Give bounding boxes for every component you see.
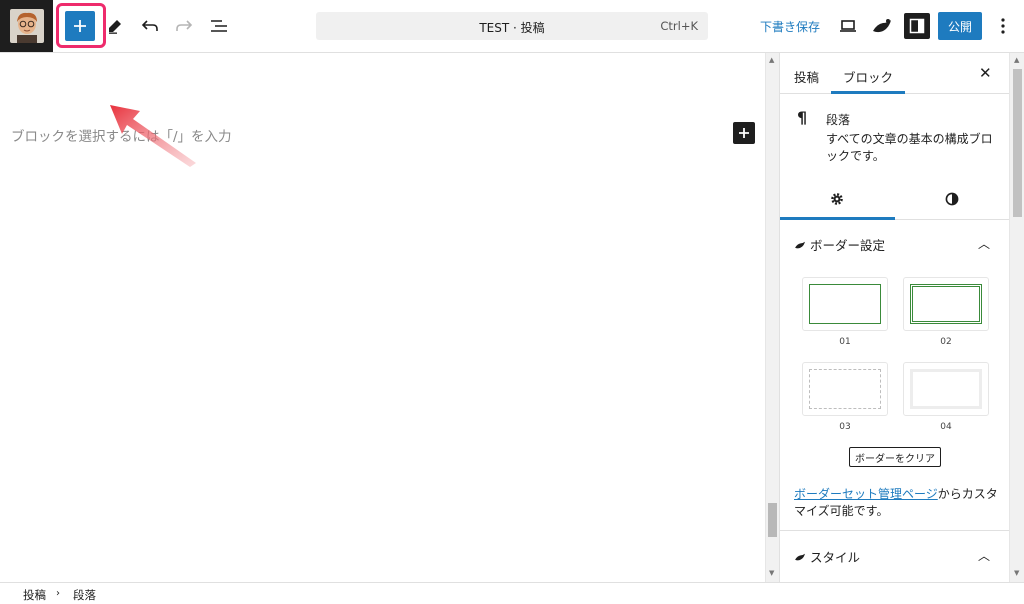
block-breadcrumb: 投稿 › 段落: [0, 582, 1024, 604]
breadcrumb-item-paragraph[interactable]: 段落: [73, 587, 96, 603]
block-card-title: 段落: [826, 113, 851, 127]
tab-styles[interactable]: [945, 191, 959, 210]
undo-icon: [141, 20, 158, 31]
pencil-icon: [109, 20, 121, 34]
plus-icon: [74, 20, 86, 32]
border-panel-header[interactable]: ボーダー設定 ︿: [780, 221, 1009, 263]
block-inserter-button[interactable]: [733, 122, 755, 144]
scroll-down-arrow[interactable]: ▼: [769, 569, 774, 577]
plus-icon: [739, 128, 749, 138]
border-preset-03[interactable]: [802, 362, 888, 416]
paragraph-icon: ¶: [797, 108, 808, 127]
settings-sidebar: 投稿 ブロック ✕ ¶ 段落 すべての文章の基本の構成ブロックです。 ボーダー設…: [779, 53, 1009, 582]
sidebar-scrollbar[interactable]: ▲ ▼: [1009, 53, 1024, 582]
block-inspector-tabs: [780, 181, 1009, 220]
preset-label: 04: [940, 422, 952, 432]
border-manage-link[interactable]: ボーダーセット管理ページ: [794, 487, 938, 501]
breadcrumb-item-post[interactable]: 投稿: [23, 587, 46, 603]
undo-button[interactable]: [137, 13, 163, 39]
contrast-icon: [945, 192, 959, 206]
preset-preview: [910, 369, 982, 409]
block-card-description: すべての文章の基本の構成ブロックです。: [826, 132, 993, 163]
list-view-icon: [211, 20, 227, 32]
bird-icon: [795, 241, 805, 248]
scroll-down-arrow[interactable]: ▼: [1014, 569, 1019, 577]
more-vertical-icon: [1001, 18, 1005, 34]
preset-label: 01: [839, 337, 851, 347]
canvas-scrollbar[interactable]: ▲ ▼: [765, 53, 779, 582]
redo-button[interactable]: [171, 13, 197, 39]
sidebar-tabs: 投稿 ブロック ✕: [780, 53, 1009, 94]
border-preset-04[interactable]: [903, 362, 989, 416]
border-preset-02[interactable]: [903, 277, 989, 331]
command-palette-bar[interactable]: TEST · 投稿 Ctrl+K: [316, 12, 708, 40]
preset-label: 03: [839, 422, 851, 432]
border-panel-title-wrap: ボーダー設定: [794, 235, 885, 254]
preview-button[interactable]: [835, 13, 861, 39]
chevron-up-icon[interactable]: ︿: [978, 547, 990, 564]
gear-icon: [831, 193, 843, 205]
clear-border-button[interactable]: ボーダーをクリア: [849, 447, 941, 467]
plugin-button[interactable]: [869, 13, 895, 39]
active-tab-indicator: [780, 217, 895, 220]
redo-icon: [176, 20, 193, 31]
active-tab-indicator: [831, 91, 905, 94]
border-panel-title: ボーダー設定: [810, 238, 886, 253]
style-panel-title: スタイル: [810, 550, 861, 565]
close-icon[interactable]: ✕: [979, 64, 992, 82]
shortcut-hint: Ctrl+K: [660, 19, 698, 33]
site-icon-button[interactable]: [0, 0, 53, 52]
publish-button[interactable]: 公開: [938, 12, 982, 40]
bird-icon: [873, 19, 891, 33]
laptop-icon: [840, 20, 856, 32]
chevron-right-icon: ›: [56, 588, 60, 599]
tools-button[interactable]: [102, 13, 128, 39]
save-draft-button[interactable]: 下書き保存: [760, 18, 820, 35]
preset-preview: [809, 369, 881, 409]
editor-canvas[interactable]: ブロックを選択するには「/」を入力: [0, 53, 765, 582]
scroll-thumb[interactable]: [1013, 69, 1022, 217]
editor-header: TEST · 投稿 Ctrl+K 下書き保存 公開: [0, 0, 1024, 53]
border-preset-01[interactable]: [802, 277, 888, 331]
scroll-up-arrow[interactable]: ▲: [769, 56, 774, 64]
preset-preview: [809, 284, 881, 324]
style-panel-header[interactable]: スタイル ︿: [780, 533, 1009, 575]
tab-block[interactable]: ブロック: [843, 67, 893, 86]
sidebar-toggle-icon: [909, 18, 925, 34]
scroll-thumb[interactable]: [768, 503, 777, 537]
document-title: TEST · 投稿: [479, 21, 545, 35]
border-panel-note: ボーダーセット管理ページからカスタマイズ可能です。: [794, 486, 999, 520]
annotation-arrow: [110, 105, 196, 167]
style-panel-title-wrap: スタイル: [794, 547, 860, 566]
inserter-button[interactable]: [65, 11, 95, 41]
chevron-up-icon[interactable]: ︿: [978, 235, 990, 252]
scroll-up-arrow[interactable]: ▲: [1014, 56, 1019, 64]
panel-divider: [780, 530, 1009, 531]
tab-settings[interactable]: [830, 191, 844, 210]
bird-icon: [795, 553, 805, 560]
avatar: [9, 9, 44, 43]
tab-post[interactable]: 投稿: [794, 67, 819, 86]
settings-button[interactable]: [904, 13, 930, 39]
preset-label: 02: [940, 337, 952, 347]
options-button[interactable]: [990, 13, 1016, 39]
list-view-button[interactable]: [206, 13, 232, 39]
preset-preview: [910, 284, 982, 324]
